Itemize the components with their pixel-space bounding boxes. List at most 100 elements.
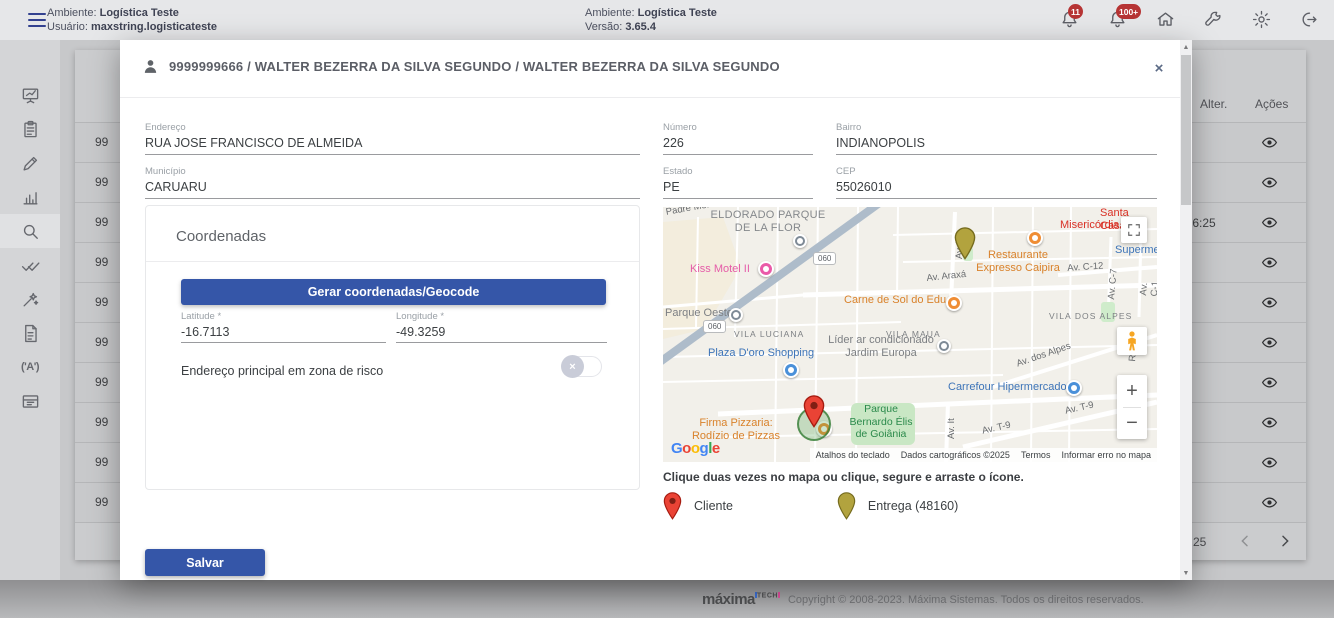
home-icon[interactable] bbox=[1156, 10, 1176, 30]
sidebar-item-card-list[interactable] bbox=[0, 384, 60, 418]
longitude-field[interactable]: Longitude * -49.3259 bbox=[396, 311, 607, 343]
top-header: Ambiente: Logística Teste Usuário: maxst… bbox=[0, 0, 1334, 40]
view-eye-icon[interactable] bbox=[1261, 415, 1281, 431]
wrench-icon[interactable] bbox=[1204, 10, 1224, 30]
geocode-button[interactable]: Gerar coordenadas/Geocode bbox=[181, 279, 606, 305]
sidebar: ('A') bbox=[0, 40, 60, 580]
field-value: PE bbox=[663, 180, 813, 194]
view-eye-icon[interactable] bbox=[1261, 375, 1281, 391]
sidebar-item-double-check[interactable] bbox=[0, 248, 60, 282]
rest-poi-icon[interactable] bbox=[946, 295, 962, 311]
map-label: Líder ar condicionado Jardim Europa bbox=[828, 334, 934, 360]
sidebar-item-antenna[interactable]: ('A') bbox=[0, 350, 60, 384]
logout-icon[interactable] bbox=[1300, 10, 1320, 30]
header-env-center: Ambiente: Logística Teste Versão: 3.65.4 bbox=[585, 6, 717, 34]
numero-field[interactable]: Número 226 bbox=[663, 122, 813, 155]
sidebar-item-search[interactable] bbox=[0, 214, 60, 248]
coordinates-title: Coordenadas bbox=[176, 228, 266, 245]
maxima-logo: máximaTECH bbox=[702, 591, 780, 609]
field-value: -49.3259 bbox=[396, 325, 607, 339]
chevron-left-icon[interactable] bbox=[1237, 533, 1255, 551]
scroll-down-icon[interactable]: ▼ bbox=[1180, 566, 1192, 580]
bairro-field[interactable]: Bairro INDIANOPOLIS bbox=[836, 122, 1157, 155]
alerts-badge: 100+ bbox=[1116, 4, 1141, 19]
attribution-link[interactable]: Atalhos do teclado bbox=[816, 450, 890, 460]
latitude-field[interactable]: Latitude * -16.7113 bbox=[181, 311, 386, 343]
map-label: Kiss Motel II bbox=[690, 263, 750, 276]
endereco-field[interactable]: Endereço RUA JOSE FRANCISCO DE ALMEIDA bbox=[145, 122, 640, 155]
view-eye-icon[interactable] bbox=[1261, 215, 1281, 231]
pegman-icon[interactable] bbox=[1117, 327, 1147, 355]
cep-field[interactable]: CEP 55026010 bbox=[836, 166, 1157, 199]
field-label: Endereço bbox=[145, 122, 640, 133]
map-label: Supermer bbox=[1115, 244, 1157, 257]
row-code: 99 bbox=[95, 215, 108, 229]
column-header-acoes: Ações bbox=[1255, 97, 1288, 111]
notification-bell-icon[interactable]: 11 bbox=[1060, 10, 1080, 30]
map-label: Plaza D'oro Shopping bbox=[708, 347, 814, 360]
app-root: { "colors": { "primary": "#3556a8", "bad… bbox=[0, 0, 1334, 618]
lock-poi-icon[interactable] bbox=[783, 362, 799, 378]
scrollbar-thumb[interactable] bbox=[1181, 55, 1191, 205]
sidebar-item-magic-wand[interactable] bbox=[0, 282, 60, 316]
motel-poi-icon[interactable] bbox=[758, 261, 774, 277]
attribution-link[interactable]: Termos bbox=[1021, 450, 1051, 460]
sidebar-item-pencil[interactable] bbox=[0, 146, 60, 180]
modal-scrollbar[interactable]: ▲ ▼ bbox=[1180, 40, 1192, 580]
notification-badge: 11 bbox=[1068, 4, 1083, 19]
view-eye-icon[interactable] bbox=[1261, 455, 1281, 471]
alerts-bell-icon[interactable]: 100+ bbox=[1108, 10, 1128, 30]
map[interactable]: Padre MorELDORADO PARQUE DE LA FLORKiss … bbox=[663, 207, 1157, 462]
attribution-link[interactable]: Dados cartográficos ©2025 bbox=[901, 450, 1010, 460]
transit-poi-icon[interactable] bbox=[729, 308, 743, 322]
client-pin-icon bbox=[663, 492, 682, 520]
pagination-count: 25 bbox=[1193, 535, 1206, 549]
field-value: -16.7113 bbox=[181, 325, 386, 339]
sidebar-item-presentation-chart[interactable] bbox=[0, 78, 60, 112]
transit-poi-icon[interactable] bbox=[793, 234, 807, 248]
sidebar-item-bar-chart[interactable] bbox=[0, 180, 60, 214]
view-eye-icon[interactable] bbox=[1261, 335, 1281, 351]
legend-item: Cliente bbox=[663, 492, 733, 520]
row-code: 99 bbox=[95, 415, 108, 429]
sidebar-item-document[interactable] bbox=[0, 316, 60, 350]
toggle-x-icon: × bbox=[561, 355, 584, 378]
view-eye-icon[interactable] bbox=[1261, 175, 1281, 191]
view-eye-icon[interactable] bbox=[1261, 295, 1281, 311]
field-label: Estado bbox=[663, 166, 813, 177]
row-code: 99 bbox=[95, 375, 108, 389]
field-label: Longitude * bbox=[396, 311, 607, 322]
pencil-icon bbox=[21, 154, 40, 173]
scroll-up-icon[interactable]: ▲ bbox=[1180, 40, 1192, 54]
menu-hamburger-icon[interactable] bbox=[28, 13, 46, 27]
close-icon[interactable]: × bbox=[1150, 60, 1168, 78]
gear-icon[interactable] bbox=[1252, 10, 1272, 30]
field-label: CEP bbox=[836, 166, 1157, 177]
view-eye-icon[interactable] bbox=[1261, 135, 1281, 151]
zoom-out-button[interactable]: − bbox=[1117, 408, 1147, 439]
attribution-link[interactable]: Informar erro no mapa bbox=[1061, 450, 1151, 460]
sidebar-item-clipboard[interactable] bbox=[0, 112, 60, 146]
estado-field[interactable]: Estado PE bbox=[663, 166, 813, 199]
view-eye-icon[interactable] bbox=[1261, 495, 1281, 511]
zoom-in-button[interactable]: + bbox=[1117, 376, 1147, 407]
risk-zone-toggle[interactable]: × bbox=[562, 356, 602, 377]
client-pin[interactable] bbox=[803, 395, 825, 433]
map-label: VILA LUCIANA bbox=[734, 329, 804, 339]
chevron-right-icon[interactable] bbox=[1277, 533, 1295, 551]
delivery-pin[interactable] bbox=[954, 227, 976, 265]
map-legend: ClienteEntrega (48160) bbox=[663, 492, 958, 520]
municipio-field[interactable]: Município CARUARU bbox=[145, 166, 640, 199]
view-eye-icon[interactable] bbox=[1261, 255, 1281, 271]
google-logo: Google bbox=[671, 440, 720, 457]
map-hint-text: Clique duas vezes no mapa ou clique, seg… bbox=[663, 470, 1024, 484]
risk-zone-label: Endereço principal em zona de risco bbox=[181, 364, 383, 378]
cart-poi-icon[interactable] bbox=[1066, 380, 1082, 396]
presentation-chart-icon bbox=[21, 86, 40, 105]
fullscreen-icon[interactable] bbox=[1121, 217, 1147, 243]
save-button[interactable]: Salvar bbox=[145, 549, 265, 576]
field-label: Número bbox=[663, 122, 813, 133]
rest-poi-icon[interactable] bbox=[1027, 230, 1043, 246]
map-label: Carne de Sol do Edu bbox=[844, 294, 946, 307]
transit-poi-icon[interactable] bbox=[937, 339, 951, 353]
